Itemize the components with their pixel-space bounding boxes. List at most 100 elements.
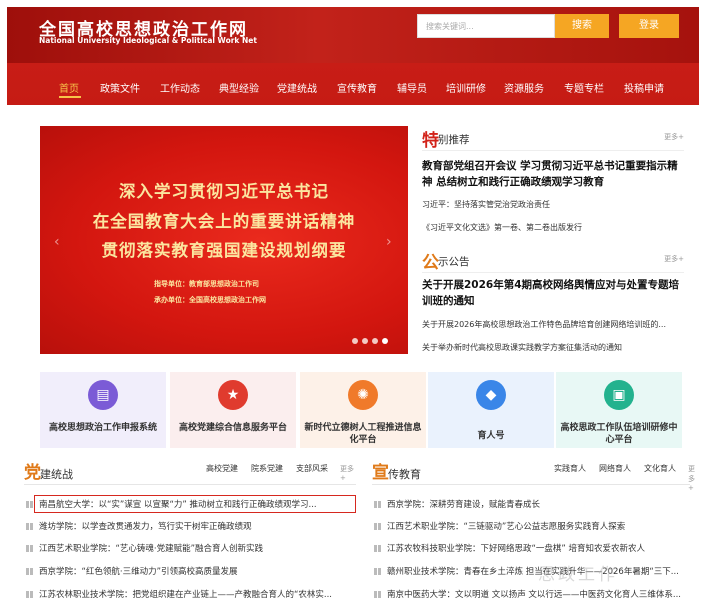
nav-special-topics[interactable]: 专题专栏 [564, 80, 604, 95]
banner-pagination [352, 334, 392, 347]
service-card-label: 高校思政工作队伍培训研修中心平台 [560, 423, 678, 445]
nav-typical-experience[interactable]: 典型经验 [219, 80, 259, 95]
notice-title: 示公告 [438, 256, 470, 268]
document-icon: ▤ [88, 380, 118, 410]
watermark-text: 思政工作 [538, 565, 618, 585]
graduate-icon: ◆ [476, 380, 506, 410]
notice-headline[interactable]: 关于开展2026年第4期高校网络舆情应对与处置专题培训班的通知 [422, 277, 686, 309]
featured-headline[interactable]: 教育部党组召开会议 学习贯彻习近平总书记重要指示精神 总结树立和践行正确政绩观学… [422, 158, 686, 190]
list-item-text: 西京学院：深耕劳育建设，赋能青春成长 [387, 500, 541, 510]
list-item[interactable]: 潍坊学院：以学查改贯通发力，笃行实干树牢正确政绩观 [26, 521, 356, 533]
search-input[interactable]: 搜索关键词... [417, 14, 555, 38]
list-item[interactable]: 江西艺术职业学院：“三链驱动”艺心公益志愿服务实践育人探索 [374, 521, 704, 533]
banner-guide-unit: 指导单位：教育部思想政治工作司 [154, 280, 259, 288]
featured-link-2[interactable]: 《习近平文化文选》第一卷、第二卷出版发行 [422, 222, 688, 233]
list-item[interactable]: 江西艺术职业学院：“艺心铸魂·党建赋能”融合育人创新实践 [26, 543, 356, 555]
nav-resources[interactable]: 资源服务 [504, 80, 544, 95]
nav-submission[interactable]: 投稿申请 [624, 80, 664, 95]
banner-line-1: 深入学习贯彻习近平总书记 [119, 182, 329, 201]
divider [422, 150, 684, 151]
divider [422, 272, 684, 273]
notice-mark: 公 [422, 253, 439, 273]
tab-university-party[interactable]: 高校党建 [206, 463, 238, 474]
list-item[interactable]: 江苏农林职业技术学院：把党组织建在产业链上——产教融合育人的“农林实... [26, 589, 356, 601]
divider [372, 484, 690, 485]
header-brand-bar: 全国高校思想政治工作网 National University Ideologi… [7, 7, 699, 63]
hero-banner[interactable]: 深入学习贯彻习近平总书记 在全国教育大会上的重要讲话精神 贯彻落实教育强国建设规… [40, 126, 408, 354]
lightbulb-icon: ✺ [348, 380, 378, 410]
notice-link-2[interactable]: 关于举办新时代高校思政课实践教学方案征集活动的通知 [422, 342, 688, 353]
featured-header: 特 别推荐 更多+ [422, 128, 684, 151]
list-item-text: 江苏农林职业技术学院：把党组织建在产业链上——产教融合育人的“农林实... [39, 590, 333, 600]
tab-department-party[interactable]: 院系党建 [251, 463, 283, 474]
list-item[interactable]: 南昌航空大学：以“实”谋宣 以宣聚“力” 推动树立和践行正确政绩观学习... [26, 499, 356, 511]
nav-home[interactable]: 首页 [59, 80, 79, 95]
banner-dot[interactable] [362, 338, 368, 344]
banner-dot-active[interactable] [382, 338, 388, 344]
service-card[interactable]: ★ 高校党建综合信息服务平台 [170, 372, 296, 448]
banner-dot[interactable] [352, 338, 358, 344]
bullet-icon [374, 501, 381, 508]
site-header: 全国高校思想政治工作网 National University Ideologi… [7, 7, 699, 105]
list-item-text: 赣州职业技术学院：青春在乡土淬炼 担当在实践升华——2026年暑期“三下... [387, 567, 679, 577]
party-section-title: 建统战 [40, 468, 73, 481]
featured-more-link[interactable]: 更多+ [664, 132, 684, 142]
nav-policy[interactable]: 政策文件 [100, 80, 140, 95]
tab-culture-education[interactable]: 文化育人 [644, 463, 676, 474]
list-item[interactable]: 西京学院：“红色领航·三维动力”引领高校高质量发展 [26, 566, 356, 578]
notice-more-link[interactable]: 更多+ [664, 254, 684, 264]
banner-prev-icon[interactable]: ‹ [54, 234, 60, 250]
list-item[interactable]: 江苏农牧科技职业学院：下好网络思政“一盘棋” 培育知农爱农新农人 [374, 543, 704, 555]
list-item-text: 江苏农牧科技职业学院：下好网络思政“一盘棋” 培育知农爱农新农人 [387, 544, 646, 554]
list-item-text: 西京学院：“红色领航·三维动力”引领高校高质量发展 [39, 567, 238, 577]
service-card[interactable]: ▤ 高校思想政治工作申报系统 [40, 372, 166, 448]
login-button[interactable]: 登录 [619, 14, 679, 38]
list-item[interactable]: 南京中医药大学：文以明道 文以扬声 文以行远——中医药文化育人三维体系... [374, 589, 704, 601]
service-card[interactable]: ✺ 新时代立德树人工程推进信息化平台 [300, 372, 426, 448]
bullet-icon [374, 523, 381, 530]
party-mark: 党 [24, 463, 41, 483]
publicity-section-title: 传教育 [388, 468, 421, 481]
publicity-more-link[interactable]: 更多+ [688, 464, 695, 492]
bullet-icon [374, 545, 381, 552]
divider [24, 484, 356, 485]
notice-link-1[interactable]: 关于开展2026年高校思想政治工作特色品牌培育创建网络培训班的... [422, 319, 688, 330]
list-item-text: 江西艺术职业学院：“艺心铸魂·党建赋能”融合育人创新实践 [39, 544, 264, 554]
monitor-icon: ▣ [604, 380, 634, 410]
main-nav: 首页 政策文件 工作动态 典型经验 党建统战 宣传教育 辅导员 培训研修 资源服… [7, 74, 699, 102]
nav-work-news[interactable]: 工作动态 [160, 80, 200, 95]
bullet-icon [26, 523, 33, 530]
nav-publicity[interactable]: 宣传教育 [337, 80, 377, 95]
list-item-text: 江西艺术职业学院：“三链驱动”艺心公益志愿服务实践育人探索 [387, 522, 626, 532]
banner-host-unit: 承办单位：全国高校思想政治工作网 [154, 296, 266, 304]
list-item-text: 潍坊学院：以学查改贯通发力，笃行实干树牢正确政绩观 [39, 522, 252, 532]
list-item-text: 南昌航空大学：以“实”谋宣 以宣聚“力” 推动树立和践行正确政绩观学习... [39, 500, 317, 510]
list-item[interactable]: 西京学院：深耕劳育建设，赋能青春成长 [374, 499, 704, 511]
featured-title: 别推荐 [438, 134, 470, 146]
tab-branch-style[interactable]: 支部风采 [296, 463, 328, 474]
tab-network-education[interactable]: 网络育人 [599, 463, 631, 474]
service-card[interactable]: ▣ 高校思政工作队伍培训研修中心平台 [556, 372, 682, 448]
bullet-icon [374, 591, 381, 598]
bullet-icon [26, 501, 33, 508]
service-card-label: 高校思想政治工作申报系统 [48, 423, 157, 433]
notice-header: 公 示公告 更多+ [422, 250, 684, 273]
service-card[interactable]: ◆ 育人号 [428, 372, 554, 448]
featured-mark: 特 [422, 131, 439, 151]
banner-line-3: 贯彻落实教育强国建设规划纲要 [101, 241, 347, 260]
bullet-icon [374, 568, 381, 575]
party-more-link[interactable]: 更多+ [340, 464, 356, 482]
featured-link-1[interactable]: 习近平：坚持落实管党治党政治责任 [422, 199, 688, 210]
bullet-icon [26, 591, 33, 598]
list-item-text: 南京中医药大学：文以明道 文以扬声 文以行远——中医药文化育人三维体系... [387, 590, 682, 600]
nav-training[interactable]: 培训研修 [446, 80, 486, 95]
service-card-label: 育人号 [477, 431, 505, 441]
tab-practice-education[interactable]: 实践育人 [554, 463, 586, 474]
party-section-header: 党 建统战 高校党建 院系党建 支部风采 更多+ [24, 462, 356, 483]
nav-active-indicator [59, 96, 81, 98]
banner-next-icon[interactable]: › [386, 234, 392, 250]
search-button[interactable]: 搜索 [555, 14, 609, 38]
nav-counselor[interactable]: 辅导员 [397, 80, 427, 95]
banner-dot[interactable] [372, 338, 378, 344]
nav-party-building[interactable]: 党建统战 [277, 80, 317, 95]
